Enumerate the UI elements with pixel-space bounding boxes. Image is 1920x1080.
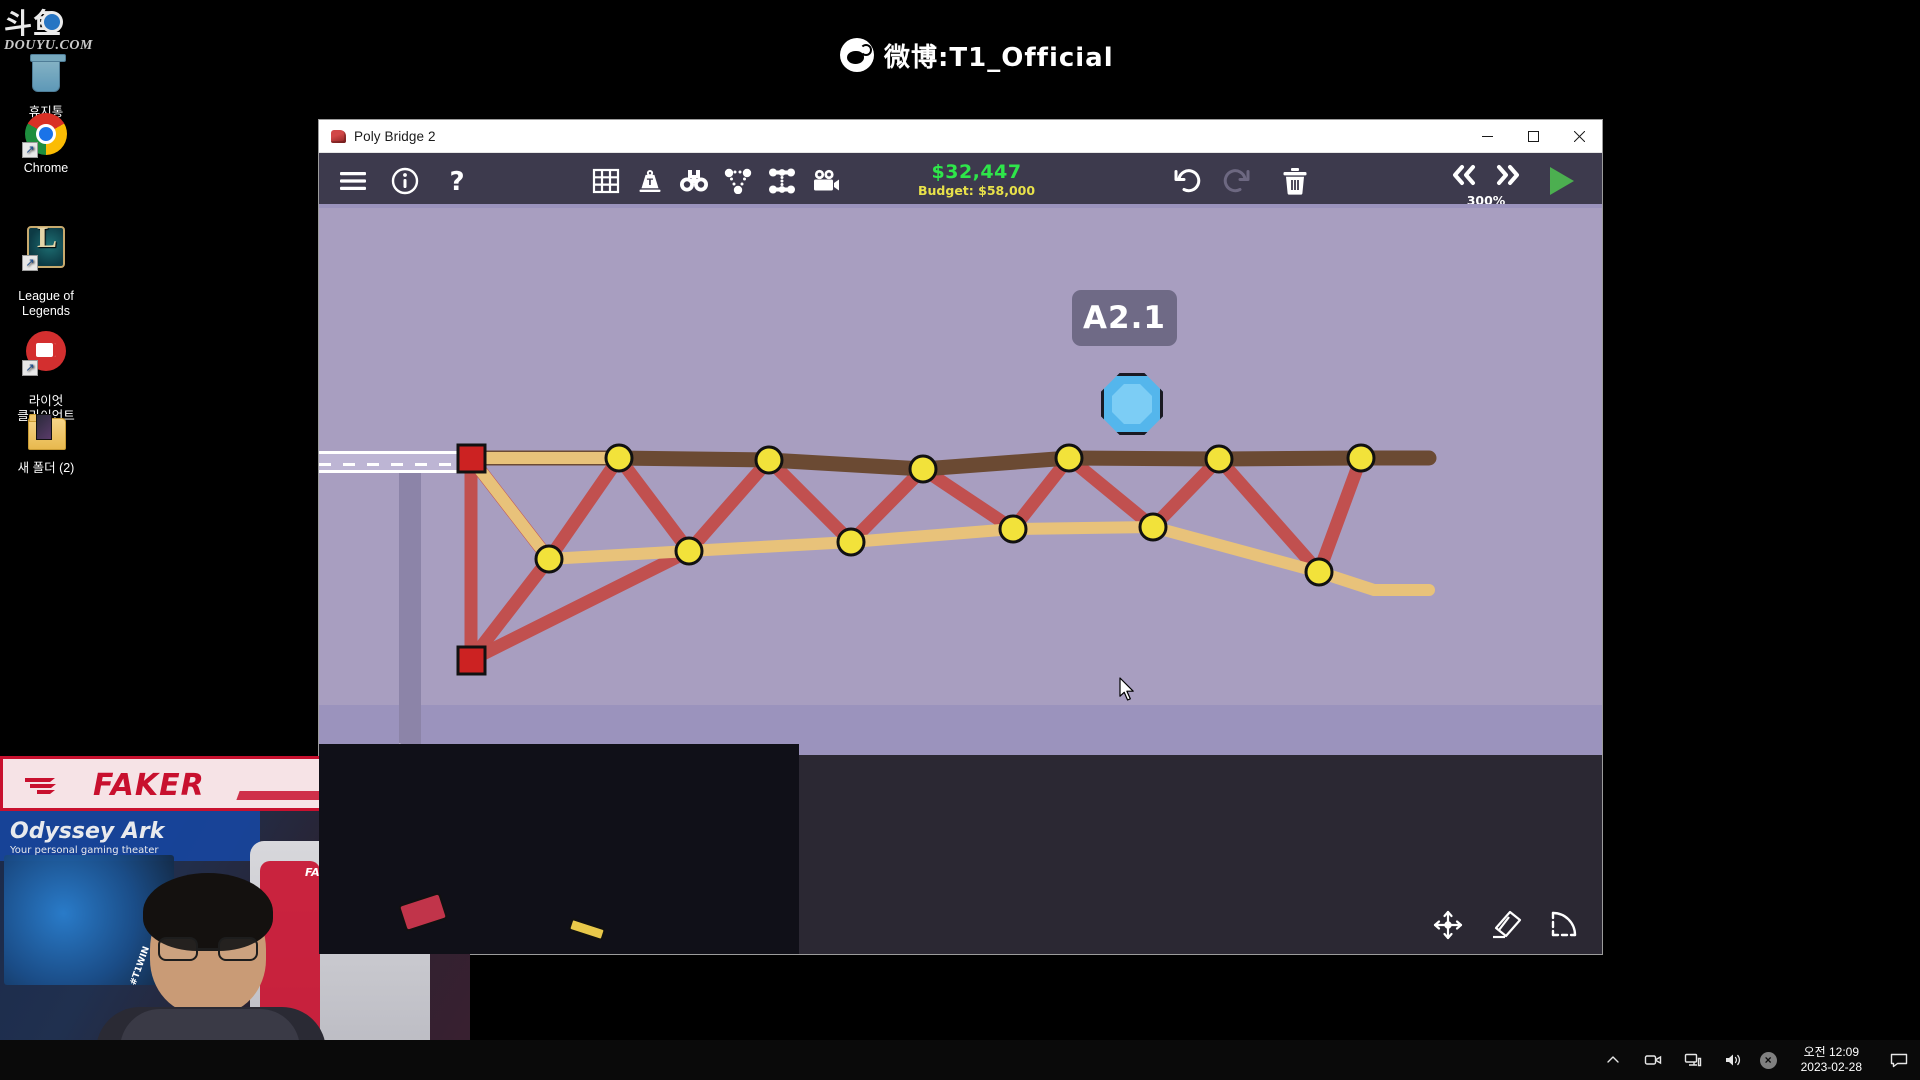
play-icon[interactable] [1536,159,1588,203]
poly-bridge-window: Poly Bridge 2 A2.1 ? T $32,447 Budget: $… [319,120,1602,954]
streamer-name: FAKER [93,768,205,803]
fast-forward-icon[interactable] [1486,153,1530,197]
desktop-icon-label: Chrome [23,161,69,175]
notification-icon[interactable] [1886,1052,1912,1068]
trash-icon[interactable] [1273,159,1317,203]
network-icon[interactable] [1680,1052,1706,1068]
douyu-logo-text: DOUYU.COM [4,38,93,53]
window-titlebar: Poly Bridge 2 [319,120,1602,153]
info-icon[interactable] [383,159,427,203]
eraser-icon[interactable] [1486,905,1526,945]
bottom-tool-group [1428,896,1602,954]
weibo-logo-icon [840,38,874,72]
mouse-cursor [1119,677,1136,706]
help-icon[interactable]: ? [435,159,479,203]
t1-logo-icon [25,776,69,796]
douyu-watermark: 斗鱼 DOUYU.COM [4,2,100,58]
system-tray: × 오전 12:09 2023-02-28 [1600,1045,1920,1075]
menu-icon[interactable] [331,159,375,203]
angle-icon[interactable] [1544,905,1584,945]
chrome-icon: ↗ [22,112,68,158]
app-icon [331,129,346,143]
game-toolbar: ? T $32,447 Budget: $58,000 300% [319,153,1602,208]
level-badge: A2.1 [1072,290,1177,346]
checkpoint-icon [1101,373,1163,435]
zoom-controls: 300% [1442,153,1530,208]
triangle-nodes-icon[interactable] [716,159,760,203]
bridge-structure[interactable] [319,153,1602,954]
taskbar-time: 오전 12:09 [1803,1045,1860,1059]
screen-root: 斗鱼 DOUYU.COM 휴지통 ↗ Chrome ↗ League of Le… [0,0,1920,1080]
weight-icon[interactable]: T [628,159,672,203]
current-cost: $32,447 [931,161,1022,184]
budget-display: $32,447 Budget: $58,000 [918,161,1036,199]
taskbar-date: 2023-02-28 [1800,1060,1862,1074]
rewind-icon[interactable] [1442,153,1486,197]
weibo-banner: 微博:T1_Official [840,36,1114,74]
toolbar-underline [319,204,1602,208]
move-icon[interactable] [1428,905,1468,945]
redo-icon[interactable] [1215,159,1259,203]
h-nodes-icon[interactable] [760,159,804,203]
league-of-legends-icon: ↗ [22,225,68,271]
grid-icon[interactable] [584,159,628,203]
webcam-ad-poster: Odyssey Ark Your personal gaming theater [0,811,260,861]
maximize-button[interactable] [1510,120,1556,152]
taskbar-clock[interactable]: 오전 12:09 2023-02-28 [1801,1045,1862,1075]
riot-client-icon: ↗ [22,330,68,376]
camera-icon[interactable] [804,159,848,203]
show-hidden-icons-button[interactable] [1600,1053,1626,1067]
error-badge-icon[interactable]: × [1759,1051,1777,1069]
game-viewport[interactable]: A2.1 ? T $32,447 Budget: $58,000 300% [319,153,1602,954]
douyu-eye-dot [44,14,60,30]
volume-icon[interactable] [1720,1052,1746,1068]
binoculars-icon[interactable] [672,159,716,203]
minimize-button[interactable] [1464,120,1510,152]
folder-icon [24,412,68,456]
recycle-bin-icon [24,54,68,100]
desktop-icon-recycle-bin[interactable]: 휴지통 [0,54,92,120]
webcam-poster-title: Odyssey Ark [10,819,165,844]
shortcut-arrow-icon: ↗ [22,255,38,271]
desktop-icon-new-folder[interactable]: 새 폴더 (2) [0,412,92,476]
svg-text:T: T [647,178,654,188]
webcam-person-glasses [158,937,258,961]
shortcut-arrow-icon: ↗ [22,142,38,158]
desktop-icon-chrome[interactable]: ↗ Chrome [0,112,92,176]
desktop-icon-label: 새 폴더 (2) [17,461,75,475]
weibo-handle-text: 微博:T1_Official [884,42,1114,73]
camera-tray-icon[interactable] [1640,1052,1666,1068]
window-title: Poly Bridge 2 [354,128,436,144]
shortcut-arrow-icon: ↗ [22,360,38,376]
budget-limit: Budget: $58,000 [918,183,1036,199]
undo-icon[interactable] [1165,159,1209,203]
windows-taskbar: × 오전 12:09 2023-02-28 [0,1040,1920,1080]
svg-text:?: ? [449,167,464,195]
close-button[interactable] [1556,120,1602,152]
